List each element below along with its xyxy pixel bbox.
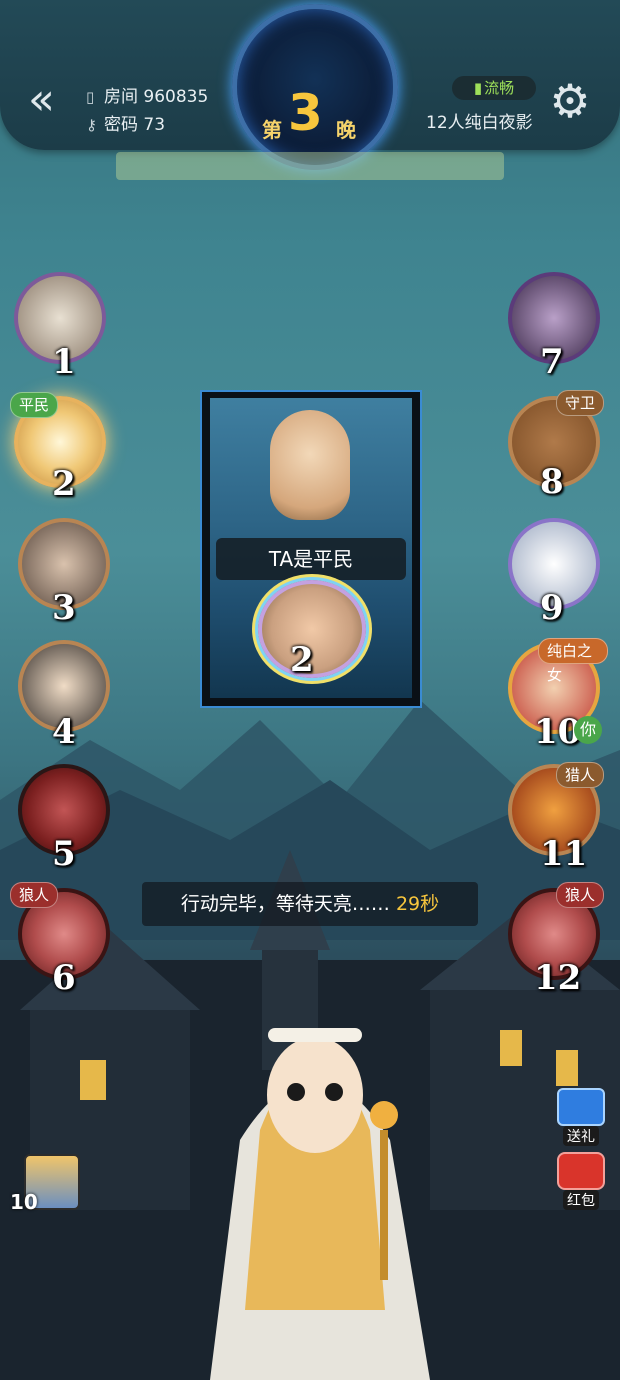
game-mode: 12人纯白夜影: [426, 113, 533, 133]
seat-number: 7: [540, 342, 564, 382]
villager-portrait: [270, 410, 350, 520]
seat-number: 8: [540, 462, 564, 502]
seat-3[interactable]: 3: [18, 518, 118, 628]
card-caption: TA是平民: [216, 538, 406, 580]
seat-6[interactable]: 狼人 6: [10, 882, 118, 998]
status-message: 行动完毕，等待天亮…… 29秒: [142, 882, 478, 926]
status-text: 行动完毕，等待天亮……: [180, 893, 390, 915]
role-tag: 守卫: [556, 390, 605, 416]
red-packet-button[interactable]: 红包: [556, 1152, 606, 1210]
seat-8[interactable]: 守卫 8: [508, 390, 608, 502]
red-packet-icon: [557, 1152, 605, 1190]
seat-1[interactable]: 1: [14, 272, 114, 382]
connection-badge: ▮ 流畅: [452, 76, 536, 100]
seat-9[interactable]: 9: [508, 518, 608, 628]
role-character-illustration: [210, 1028, 430, 1380]
signal-icon: ▮: [473, 79, 483, 97]
gift-button[interactable]: 送礼: [556, 1088, 606, 1146]
seat-10[interactable]: 纯白之女 10 你: [508, 638, 608, 752]
room-number: 房间 960835: [104, 87, 209, 107]
room-password: 密码 73: [104, 115, 166, 135]
you-badge: 你: [574, 716, 602, 744]
seat-number: 3: [52, 588, 76, 628]
seat-number: 9: [540, 588, 564, 628]
seat-number: 2: [52, 464, 76, 504]
seat-7[interactable]: 7: [508, 272, 608, 382]
seat-number: 6: [52, 958, 76, 998]
seat-number: 4: [52, 712, 76, 752]
night-suffix: 晚: [336, 118, 356, 142]
seat-number: 11: [540, 834, 588, 874]
seat-number: 1: [52, 342, 76, 382]
night-number: 3: [288, 84, 323, 142]
room-info: ▯ 房间 960835: [86, 82, 208, 107]
password-info: ⚷ 密码 73: [86, 110, 165, 135]
connection-status: 流畅: [484, 79, 515, 97]
role-tag: 平民: [10, 392, 59, 418]
key-icon: ⚷: [86, 116, 97, 134]
settings-gear-icon[interactable]: ⚙: [546, 78, 594, 126]
gift-label: 送礼: [563, 1126, 599, 1146]
countdown-seconds: 29秒: [395, 893, 440, 915]
self-seat-number: 10: [10, 1190, 38, 1214]
night-prefix: 第: [262, 118, 282, 142]
seat-11[interactable]: 猎人 11: [508, 762, 608, 874]
back-icon[interactable]: «: [28, 78, 72, 124]
seat-number: 5: [52, 834, 76, 874]
revealed-seat-number: 2: [290, 640, 314, 680]
seat-5[interactable]: 5: [18, 764, 118, 874]
announcement-strip: [116, 152, 504, 180]
role-tag: 纯白之女: [538, 638, 608, 684]
seat-12[interactable]: 狼人 12: [508, 882, 608, 998]
role-tag: 狼人: [10, 882, 59, 908]
red-packet-label: 红包: [563, 1190, 599, 1210]
role-tag: 狼人: [556, 882, 605, 908]
seat-2[interactable]: 平民 2: [10, 392, 114, 504]
gift-box-icon: [557, 1088, 605, 1126]
seat-number: 12: [534, 958, 582, 998]
seat-4[interactable]: 4: [18, 640, 118, 752]
door-icon: ▯: [86, 88, 95, 106]
role-tag: 猎人: [556, 762, 605, 788]
